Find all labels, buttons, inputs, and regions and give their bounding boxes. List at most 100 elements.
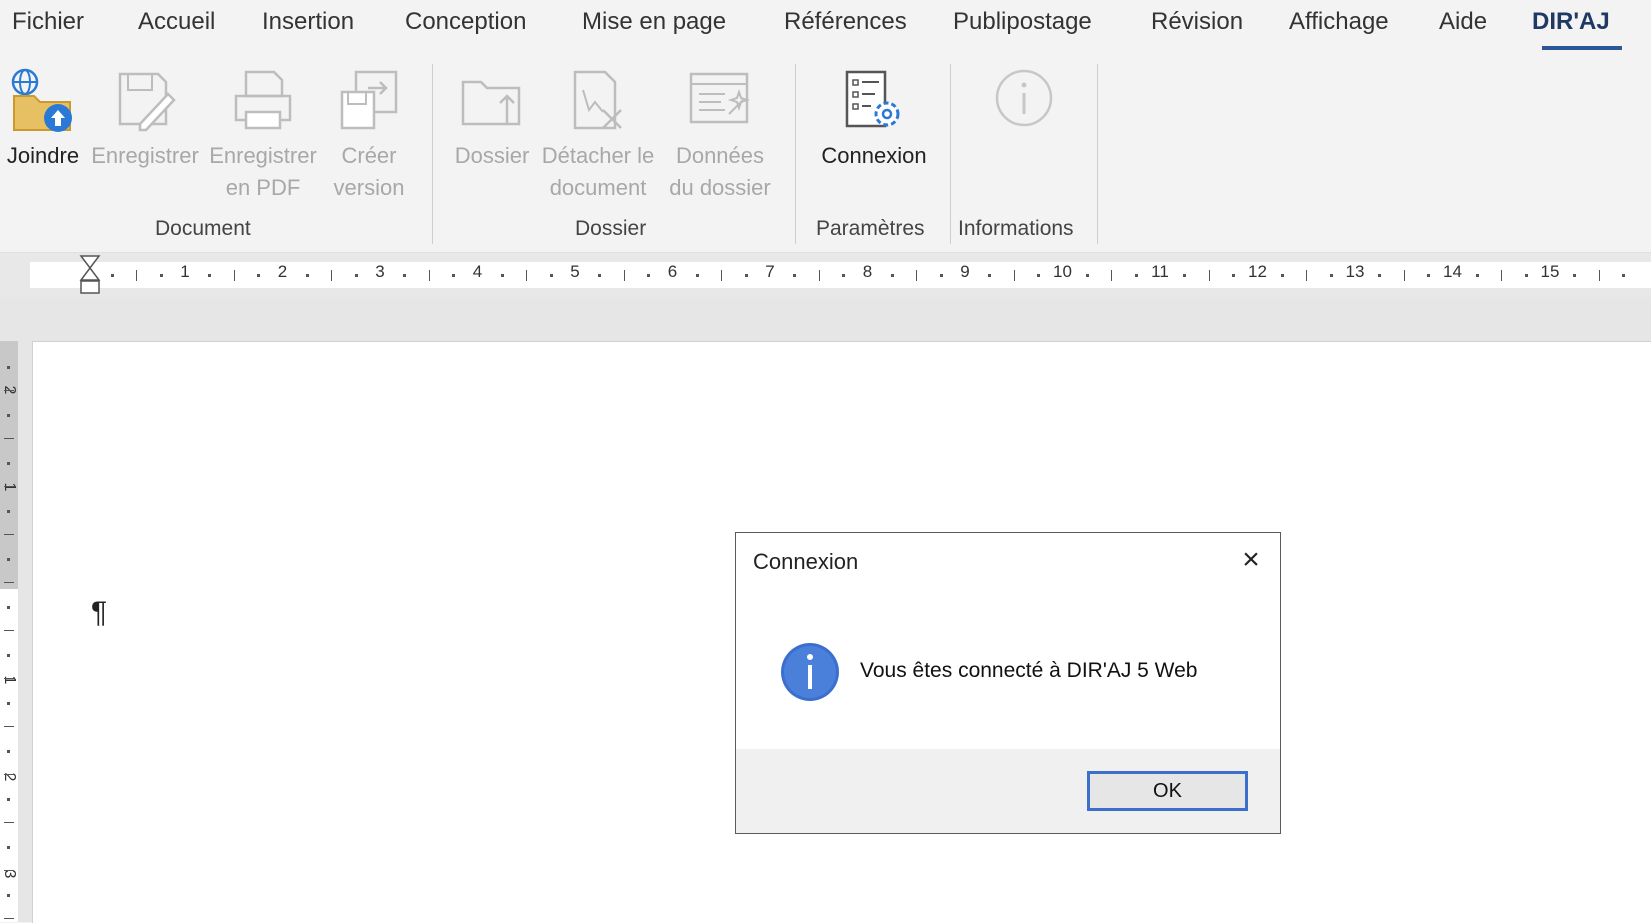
ruler-tick xyxy=(1085,274,1089,277)
ruler-tick xyxy=(793,274,797,277)
group-separator xyxy=(1097,64,1098,244)
ruler-tick xyxy=(305,274,309,277)
ruler-number: 14 xyxy=(1443,262,1462,281)
tab-diraj[interactable]: DIR'AJ xyxy=(1532,8,1610,36)
vertical-ruler-tick xyxy=(4,534,14,535)
connexion-button[interactable]: Connexion xyxy=(812,66,936,172)
enregistrer-button[interactable]: Enregistrer xyxy=(90,66,200,172)
ruler-tick xyxy=(110,274,114,277)
ruler-tick xyxy=(331,270,333,281)
vertical-ruler-tick xyxy=(7,750,10,753)
dossier-button[interactable]: Dossier xyxy=(450,66,534,172)
tab-fichier[interactable]: Fichier xyxy=(12,8,84,36)
vertical-ruler-number: 2 xyxy=(1,772,18,782)
ruler-number: 13 xyxy=(1345,262,1365,281)
ruler-number: 10 xyxy=(1053,262,1072,281)
ruler-tick xyxy=(1232,274,1236,277)
new-version-icon xyxy=(340,70,398,130)
ruler-tick xyxy=(136,270,138,281)
vertical-ruler-tick xyxy=(7,366,10,369)
tab-insertion[interactable]: Insertion xyxy=(262,8,354,36)
ruler-tick xyxy=(526,270,528,281)
joindre-button[interactable]: Joindre xyxy=(4,66,82,172)
ruler-number: 4 xyxy=(472,262,483,281)
ruler-tick xyxy=(1134,274,1138,277)
ruler-number: 15 xyxy=(1540,262,1560,281)
ribbon: Joindre Enregistrer Enregistrer en PDF C… xyxy=(0,52,1651,253)
creer-version-button[interactable]: Créer version xyxy=(324,66,414,204)
ruler-tick xyxy=(647,274,651,277)
vertical-ruler-tick xyxy=(4,438,14,439)
vertical-ruler-tick xyxy=(7,846,10,849)
ruler-number: 11 xyxy=(1151,262,1169,281)
ruler-tick xyxy=(842,274,846,277)
ruler-tick xyxy=(1378,274,1382,277)
tab-publipostage[interactable]: Publipostage xyxy=(953,8,1092,36)
group-separator xyxy=(432,64,433,244)
vertical-ruler-margin xyxy=(0,341,18,589)
indent-marker-icon[interactable] xyxy=(79,254,101,298)
ruler-tick xyxy=(1329,274,1333,277)
ruler-number: 5 xyxy=(570,262,580,281)
vertical-ruler-tick xyxy=(4,918,14,919)
tab-mise-en-page[interactable]: Mise en page xyxy=(582,8,726,36)
ruler-tick xyxy=(428,270,430,281)
vertical-ruler-tick xyxy=(7,414,10,417)
tab-revision[interactable]: Révision xyxy=(1151,8,1243,36)
ruler-tick xyxy=(1111,270,1113,281)
vertical-ruler-number: 3 xyxy=(1,869,18,879)
attach-folder-icon xyxy=(11,68,72,132)
ribbon-tabs: Fichier Accueil Insertion Conception Mis… xyxy=(0,0,1651,52)
detacher-document-button[interactable]: Détacher le document xyxy=(538,66,658,204)
tab-affichage[interactable]: Affichage xyxy=(1289,8,1389,36)
ruler-tick xyxy=(1013,270,1015,281)
group-label-document: Document xyxy=(155,217,251,240)
group-label-informations: Informations xyxy=(958,217,1074,240)
tab-references[interactable]: Références xyxy=(784,8,907,36)
ruler-number: 7 xyxy=(765,262,775,281)
ruler-tick xyxy=(1280,274,1284,277)
ruler-tick xyxy=(452,274,456,277)
ruler-tick xyxy=(1183,274,1187,277)
ruler-margin-band xyxy=(0,297,1651,341)
folder-upload-icon xyxy=(461,80,521,126)
vertical-ruler-tick xyxy=(4,678,14,679)
ruler-tick xyxy=(721,270,723,281)
horizontal-ruler[interactable]: 1 2 3 4 5 6 7 8 9 10 11 12 13 14 15 xyxy=(0,253,1651,297)
ruler-tick xyxy=(1573,274,1577,277)
ruler-tick xyxy=(257,274,261,277)
donnees-dossier-button[interactable]: Données du dossier xyxy=(662,66,778,204)
vertical-ruler-tick xyxy=(4,390,14,391)
vertical-ruler-tick xyxy=(4,582,14,583)
active-tab-indicator xyxy=(1542,46,1622,50)
tab-accueil[interactable]: Accueil xyxy=(138,8,215,36)
connexion-dialog: Connexion × Vous êtes connecté à DIR'AJ … xyxy=(735,532,1281,834)
ruler-tick xyxy=(988,274,992,277)
dialog-title: Connexion xyxy=(753,549,859,574)
vertical-ruler-number: 1 xyxy=(1,482,18,492)
vertical-ruler-tick xyxy=(7,702,10,705)
ruler-number: 9 xyxy=(960,262,970,281)
vertical-ruler-tick xyxy=(4,630,14,631)
ruler-tick xyxy=(1524,274,1528,277)
paragraph-mark: ¶ xyxy=(91,596,108,629)
ok-button[interactable]: OK xyxy=(1087,771,1248,811)
close-icon[interactable]: × xyxy=(1234,543,1268,577)
save-edit-icon xyxy=(118,72,176,132)
ruler-tick xyxy=(208,274,212,277)
ruler-tick xyxy=(1598,270,1600,281)
tab-aide[interactable]: Aide xyxy=(1439,8,1487,36)
vertical-ruler[interactable]: 21123 xyxy=(0,341,32,922)
group-separator xyxy=(795,64,796,244)
ruler-tick xyxy=(623,270,625,281)
tab-conception[interactable]: Conception xyxy=(405,8,526,36)
ruler-tick xyxy=(1403,270,1405,281)
informations-button[interactable] xyxy=(992,66,1056,140)
ruler-tick xyxy=(744,274,748,277)
vertical-ruler-tick xyxy=(7,798,10,801)
vertical-ruler-tick xyxy=(4,870,14,871)
ruler-tick xyxy=(233,270,235,281)
enregistrer-pdf-button[interactable]: Enregistrer en PDF xyxy=(208,66,318,204)
vertical-ruler-tick xyxy=(7,558,10,561)
ruler-tick xyxy=(403,274,407,277)
